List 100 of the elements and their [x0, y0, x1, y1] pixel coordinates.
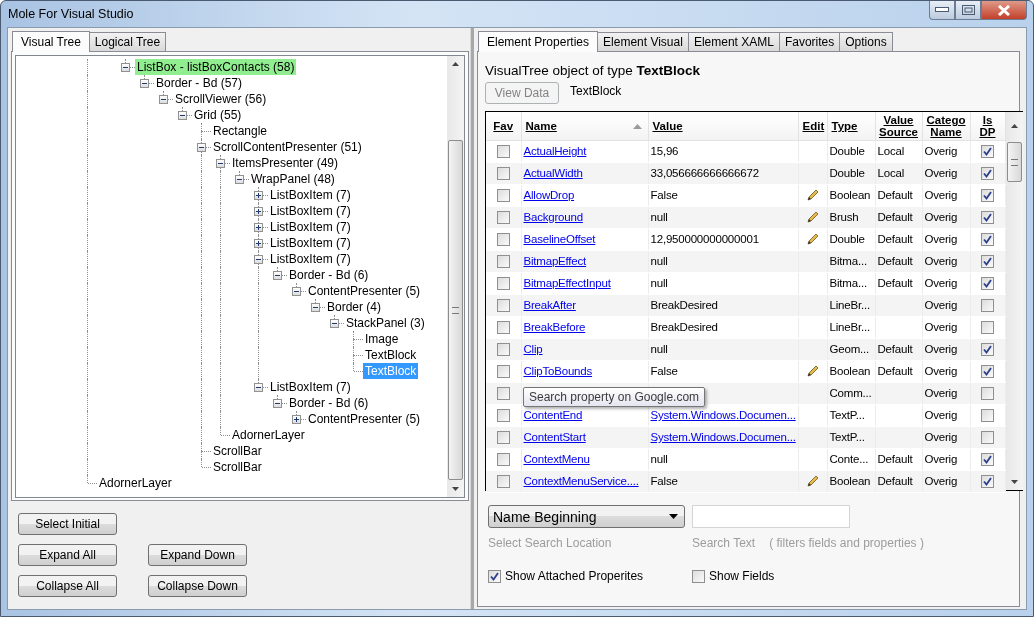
search-field[interactable] — [692, 505, 850, 528]
maximize-button[interactable] — [955, 1, 981, 20]
property-link[interactable]: AllowDrop — [523, 189, 575, 201]
search-location-dropdown[interactable]: Name Beginning — [488, 505, 685, 528]
tree-expander[interactable] — [292, 287, 301, 296]
tree-expander[interactable] — [311, 303, 320, 312]
tree-expander[interactable] — [292, 415, 301, 424]
column-header[interactable]: Fav — [486, 112, 521, 140]
tree-node[interactable]: ListBoxItem (7) — [268, 219, 353, 235]
tree-node[interactable]: Border (4) — [325, 299, 384, 315]
pencil-icon[interactable] — [806, 365, 819, 378]
scrollbar[interactable] — [447, 56, 464, 497]
checkbox[interactable] — [496, 210, 510, 224]
checkbox-label[interactable]: Show Fields — [709, 569, 775, 583]
checkbox[interactable] — [981, 276, 994, 290]
checkbox[interactable] — [496, 188, 510, 202]
checkbox[interactable] — [981, 188, 994, 202]
column-header[interactable]: Value — [648, 112, 798, 140]
tree-node[interactable]: ListBoxItem (7) — [268, 187, 353, 203]
action-button[interactable]: Collapse All — [18, 575, 117, 597]
checkbox[interactable] — [981, 166, 994, 180]
minimize-button[interactable] — [929, 1, 955, 20]
down-arrow-icon[interactable] — [1010, 480, 1018, 484]
close-button[interactable] — [981, 1, 1027, 20]
checkbox[interactable] — [981, 430, 994, 444]
property-link[interactable]: Clip — [523, 343, 543, 355]
tree-node[interactable]: ContentPresenter (5) — [306, 283, 423, 299]
tree-node[interactable]: Grid (55) — [192, 107, 244, 123]
checkbox[interactable] — [981, 364, 994, 378]
tree-node[interactable]: Image — [363, 331, 401, 347]
tree-node[interactable]: ListBoxItem (7) — [268, 251, 353, 267]
up-arrow-icon[interactable] — [452, 62, 459, 66]
tree-expander[interactable] — [216, 159, 225, 168]
tree-node[interactable]: TextBlock — [363, 347, 419, 363]
tree-node[interactable]: WrapPanel (48) — [249, 171, 337, 187]
tree-node[interactable]: ScrollBar — [211, 443, 264, 459]
checkbox[interactable] — [496, 430, 510, 444]
checkbox[interactable] — [496, 474, 510, 488]
action-button[interactable]: Select Initial — [18, 513, 117, 535]
checkbox[interactable] — [496, 254, 510, 268]
property-link[interactable]: ActualHeight — [523, 145, 587, 157]
tab[interactable]: Options — [839, 32, 893, 51]
property-link[interactable]: ContextMenu — [523, 453, 590, 465]
checkbox-label[interactable]: Show Attached Properites — [505, 569, 644, 583]
tree-node[interactable]: ScrollBar — [211, 459, 264, 475]
tree-node[interactable]: AdornerLayer — [230, 427, 307, 443]
tree-node[interactable]: ListBox - listBoxContacts (58) — [135, 59, 297, 75]
tree-node[interactable]: ListBoxItem (7) — [268, 379, 353, 395]
checkbox[interactable] — [496, 276, 510, 290]
checkbox[interactable] — [496, 298, 510, 312]
checkbox[interactable] — [981, 386, 994, 400]
checkbox[interactable] — [496, 320, 510, 334]
checkbox[interactable] — [981, 474, 994, 488]
checkbox[interactable] — [488, 569, 501, 583]
pencil-icon[interactable] — [806, 475, 819, 488]
checkbox[interactable] — [496, 342, 510, 356]
property-link[interactable]: BitmapEffectInput — [523, 277, 611, 289]
tree-node[interactable]: ScrollContentPresenter (51) — [211, 139, 364, 155]
checkbox[interactable] — [981, 408, 994, 422]
checkbox[interactable] — [496, 144, 510, 158]
tree-view[interactable] — [15, 55, 465, 498]
property-link[interactable]: BreakBefore — [523, 321, 586, 333]
scroll-thumb[interactable] — [1006, 142, 1022, 182]
action-button[interactable]: Expand Down — [148, 544, 247, 566]
tree-expander[interactable] — [254, 255, 263, 264]
checkbox[interactable] — [496, 232, 510, 246]
pencil-icon[interactable] — [806, 189, 819, 202]
tree-expander[interactable] — [159, 95, 168, 104]
up-arrow-icon[interactable] — [1010, 124, 1018, 128]
tree-expander[interactable] — [254, 207, 263, 216]
scroll-thumb[interactable] — [448, 140, 463, 480]
tab[interactable]: Logical Tree — [88, 32, 167, 51]
tree-node[interactable]: ScrollViewer (56) — [173, 91, 269, 107]
tree-expander[interactable] — [197, 143, 206, 152]
tree-expander[interactable] — [273, 399, 282, 408]
property-link[interactable]: ContentEnd — [523, 409, 583, 421]
pencil-icon[interactable] — [806, 233, 819, 246]
action-button[interactable]: Collapse Down — [148, 575, 247, 597]
checkbox[interactable] — [981, 298, 994, 312]
tree-node[interactable]: ListBoxItem (7) — [268, 203, 353, 219]
tree-node[interactable]: Border - Bd (6) — [287, 267, 371, 283]
column-header[interactable]: Type — [827, 112, 875, 140]
column-header[interactable]: Catego Name — [922, 112, 970, 140]
checkbox[interactable] — [981, 320, 994, 334]
tree-expander[interactable] — [121, 63, 130, 72]
checkbox[interactable] — [496, 452, 510, 466]
tree-node[interactable]: ContentPresenter (5) — [306, 411, 423, 427]
checkbox[interactable] — [981, 210, 994, 224]
tree-node[interactable]: Rectangle — [211, 123, 270, 139]
tree-expander[interactable] — [235, 175, 244, 184]
tree-expander[interactable] — [273, 271, 282, 280]
checkbox[interactable] — [981, 342, 994, 356]
action-button[interactable]: Expand All — [18, 544, 117, 566]
tree-node[interactable]: AdornerLayer — [97, 475, 174, 491]
tree-expander[interactable] — [178, 111, 187, 120]
tab[interactable]: Element Properties — [478, 31, 599, 52]
tree-expander[interactable] — [330, 319, 339, 328]
tree-node[interactable]: ItemsPresenter (49) — [230, 155, 341, 171]
checkbox[interactable] — [496, 386, 510, 400]
tab[interactable]: Element XAML — [687, 32, 780, 51]
